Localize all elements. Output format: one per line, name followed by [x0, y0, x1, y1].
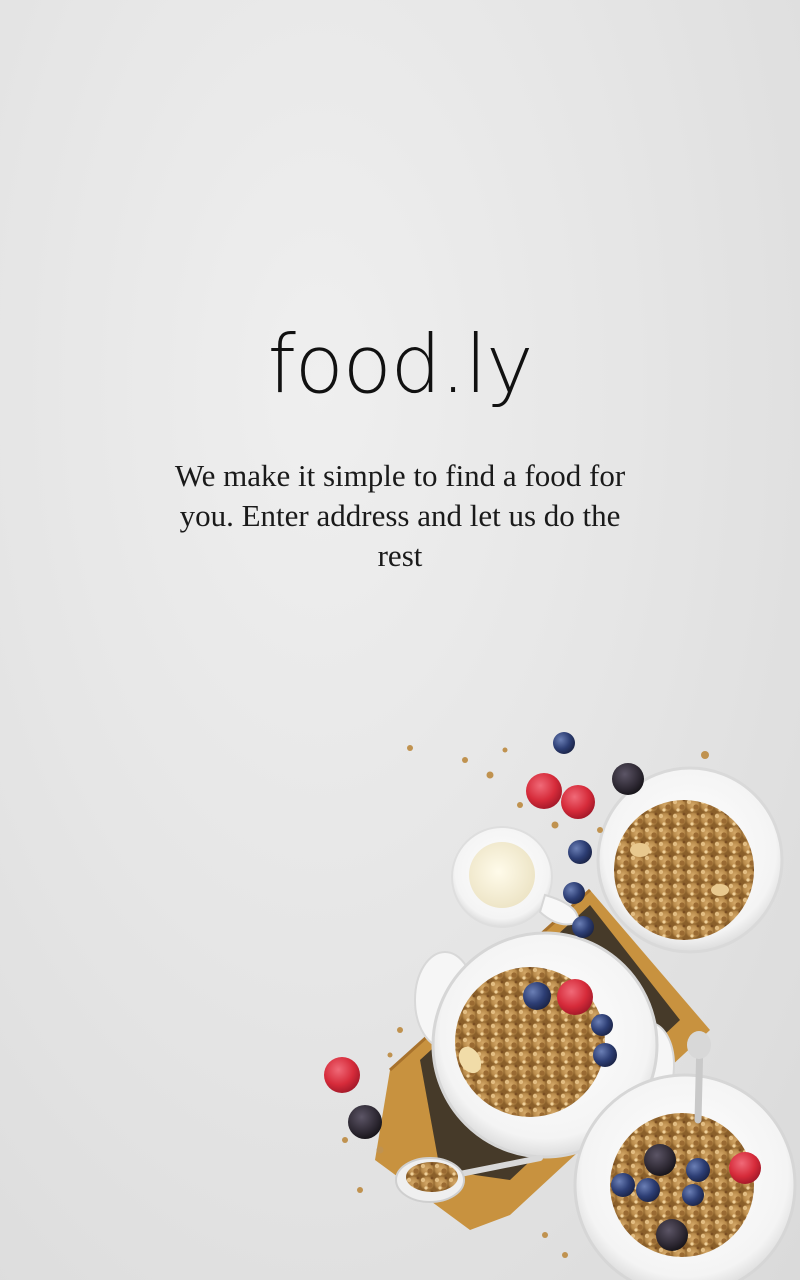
granola-bowl-top — [596, 766, 784, 954]
milk-jug — [451, 826, 580, 928]
splash-screen: food.ly We make it simple to find a food… — [0, 0, 800, 1280]
breakfast-granola-illustration — [324, 732, 797, 1280]
